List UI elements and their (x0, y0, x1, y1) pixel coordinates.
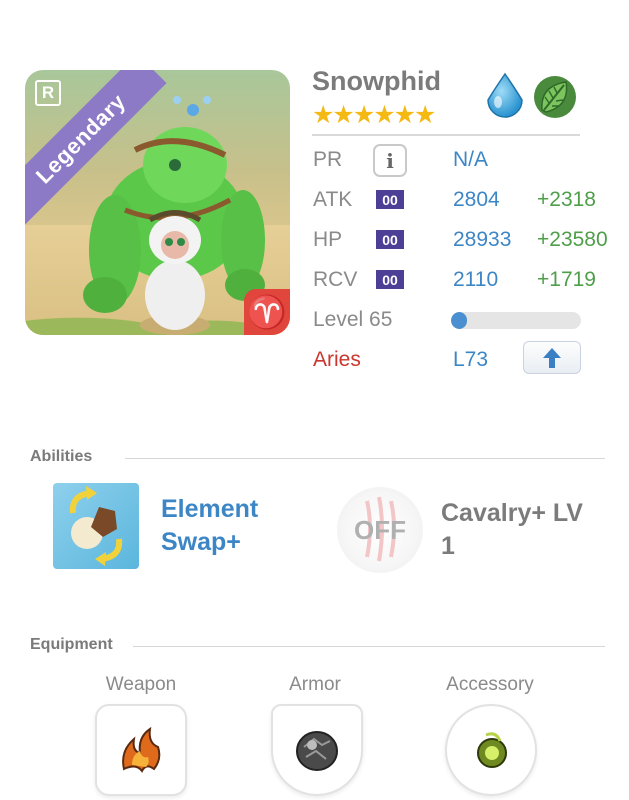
element-swap-graphic (69, 486, 123, 566)
atk-value: 2804 (453, 188, 500, 211)
equipment-title: Equipment (30, 636, 113, 653)
header-divider (312, 134, 580, 136)
level-progress-bar (451, 312, 581, 329)
ability-1-name: Element Swap+ (161, 495, 259, 556)
pr-value: N/A (453, 148, 489, 171)
zodiac-label: Aries (313, 348, 361, 371)
rcv-plus-badge: 00 (376, 270, 404, 289)
aries-zodiac-icon: ♈ (244, 289, 290, 335)
armor-label: Armor (289, 674, 341, 695)
hp-bonus: +23580 (537, 228, 608, 251)
ability-2-name: Cavalry+ LV 1 (441, 499, 583, 560)
water-drop-icon (487, 72, 523, 118)
flame-claw-icon (122, 726, 161, 773)
star-rating: ★★★★★★ (312, 101, 436, 129)
level-label: Level 65 (313, 308, 393, 331)
equipment-divider (133, 646, 605, 647)
info-icon: i (386, 148, 394, 173)
abilities-title: Abilities (30, 448, 93, 465)
off-status: OFF (354, 514, 406, 545)
atk-label: ATK (313, 188, 353, 211)
atk-bonus: +2318 (537, 188, 596, 211)
leaf-icon (534, 76, 576, 118)
hp-value: 28933 (453, 228, 512, 251)
off-icon[interactable]: OFF (337, 487, 423, 573)
rcv-bonus: +1719 (537, 268, 596, 291)
pr-label: PR (313, 148, 343, 171)
rcv-label: RCV (313, 268, 358, 291)
level-progress-fill (451, 312, 467, 329)
abilities-divider (125, 458, 605, 459)
hp-label: HP (313, 228, 343, 251)
rarity-r-icon: R (35, 80, 61, 106)
zodiac-level: L73 (453, 348, 489, 371)
hp-plus-badge: 00 (376, 230, 404, 249)
weapon-label: Weapon (105, 674, 177, 695)
rcv-value: 2110 (453, 268, 499, 291)
monster-name: Snowphid (312, 66, 441, 96)
green-orb-icon (477, 732, 507, 768)
element-swap-icon[interactable] (53, 483, 139, 569)
monster-portrait[interactable]: Legendary R ♈ (25, 70, 290, 335)
arrow-up-icon (543, 347, 561, 368)
accessory-label: Accessory (446, 674, 534, 695)
accessory-slot[interactable] (445, 704, 537, 796)
atk-plus-badge: 00 (376, 190, 404, 209)
zodiac-upgrade-button[interactable] (523, 341, 581, 374)
armor-slot[interactable] (271, 704, 363, 796)
weapon-slot[interactable] (95, 704, 187, 796)
stone-armor-icon (296, 731, 338, 771)
info-button[interactable]: i (373, 144, 407, 177)
